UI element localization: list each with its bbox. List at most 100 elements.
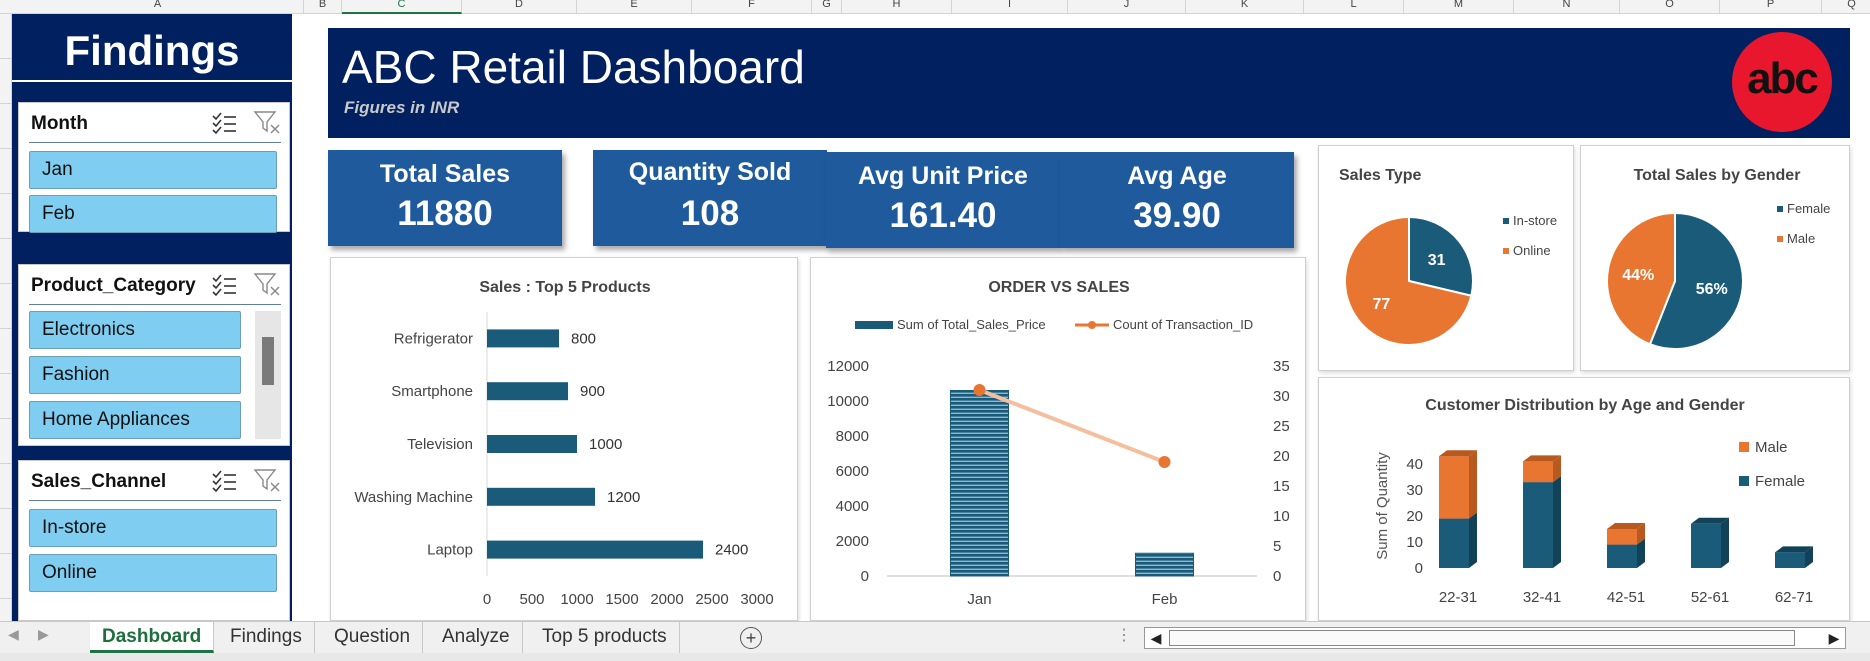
column-header-l[interactable]: L [1304, 0, 1404, 14]
horizontal-scrollbar-thumb[interactable] [1169, 630, 1795, 646]
chart-sales-by-gender[interactable]: Total Sales by Gender 56% 44% Female Male [1580, 145, 1850, 371]
chart-age-gender[interactable]: Customer Distribution by Age and Gender S… [1318, 377, 1850, 621]
legend-swatch [1503, 218, 1509, 224]
column-header-e[interactable]: E [577, 0, 692, 14]
pie-data-label: 44% [1622, 267, 1654, 284]
column-header-k[interactable]: K [1186, 0, 1304, 14]
x-tick-label: 500 [519, 591, 544, 608]
column-header-n[interactable]: N [1514, 0, 1620, 14]
bar-male-22-31-side [1469, 450, 1477, 519]
row-header[interactable] [0, 509, 12, 554]
tab-top5-products[interactable]: Top 5 products [530, 622, 680, 653]
row-header[interactable] [0, 149, 12, 194]
slicer-item-electronics[interactable]: Electronics [29, 311, 241, 349]
chart-order-vs-sales[interactable]: ORDER VS SALES Sum of Total_Sales_Price Co… [810, 257, 1306, 621]
bar-female-22-31-side [1469, 512, 1477, 568]
slicer-month[interactable]: Month Jan Feb [18, 102, 290, 233]
row-header[interactable] [0, 419, 12, 464]
column-header-o[interactable]: O [1620, 0, 1720, 14]
slicer-item-home-appliances[interactable]: Home Appliances [29, 401, 241, 439]
row-header[interactable] [0, 239, 12, 284]
chart-sales-type[interactable]: Sales Type 31 77 In-store Online [1318, 145, 1574, 371]
column-header-g[interactable]: G [812, 0, 842, 14]
scroll-left-icon[interactable]: ◀ [1146, 628, 1166, 648]
kpi-value: 11880 [397, 194, 493, 233]
slicer-item-jan[interactable]: Jan [29, 151, 277, 189]
bar-jan [950, 390, 1009, 577]
row-header[interactable] [0, 104, 12, 149]
kpi-total-sales[interactable]: Total Sales 11880 [328, 150, 562, 246]
y-tick-label: 2000 [836, 533, 869, 550]
multi-select-icon[interactable] [211, 111, 237, 135]
slicer-scrollbar[interactable] [255, 311, 281, 439]
data-label: 2400 [715, 542, 748, 559]
chart-title: Sales : Top 5 Products [479, 279, 650, 296]
bar-female-22-31-front [1439, 518, 1469, 568]
dashboard-subtitle: Figures in INR [344, 98, 460, 117]
column-header-d[interactable]: D [462, 0, 577, 14]
bar-female-52-61-front [1691, 523, 1721, 568]
row-header[interactable] [0, 14, 12, 59]
row-header[interactable] [0, 59, 12, 104]
clear-filter-icon[interactable] [253, 109, 281, 135]
data-label: 800 [571, 330, 596, 347]
column-header-b[interactable]: B [304, 0, 342, 14]
horizontal-scrollbar[interactable]: ◀ ▶ [1144, 627, 1846, 649]
slicer-sales-channel[interactable]: Sales_Channel In-store Online [18, 460, 290, 621]
column-header-i[interactable]: I [952, 0, 1068, 14]
y-tick-label: 0 [1415, 560, 1423, 577]
slicer-item-fashion[interactable]: Fashion [29, 356, 241, 394]
column-header-f[interactable]: F [692, 0, 812, 14]
column-header-a[interactable]: A [12, 0, 304, 14]
findings-panel: Findings Month Jan Feb Product_Category … [12, 14, 292, 621]
multi-select-icon[interactable] [211, 469, 237, 493]
row-header[interactable] [0, 284, 12, 329]
y2-tick-label: 5 [1273, 538, 1281, 555]
bar-female-32-41-side [1553, 476, 1561, 568]
tab-question[interactable]: Question [322, 622, 424, 653]
tab-analyze[interactable]: Analyze [430, 622, 523, 653]
row-header[interactable] [0, 194, 12, 239]
column-header-q[interactable]: Q [1822, 0, 1870, 14]
y2-tick-label: 30 [1273, 388, 1290, 405]
kpi-avg-unit-price[interactable]: Avg Unit Price 161.40 [826, 152, 1060, 248]
add-sheet-icon[interactable]: + [740, 627, 762, 649]
row-header-strip [0, 14, 12, 644]
row-header[interactable] [0, 464, 12, 509]
chart-top5-products[interactable]: Sales : Top 5 Products Refrigerator 800 Sma… [330, 257, 798, 621]
x-tick-label: 52-61 [1691, 589, 1729, 606]
slicer-item-in-store[interactable]: In-store [29, 509, 277, 547]
scroll-right-icon[interactable]: ▶ [1824, 628, 1844, 648]
slicer-title: Product_Category [31, 275, 196, 296]
line-marker-feb [1158, 456, 1171, 468]
x-tick-label: 1500 [605, 591, 638, 608]
row-header[interactable] [0, 554, 12, 599]
column-header-m[interactable]: M [1404, 0, 1514, 14]
multi-select-icon[interactable] [211, 273, 237, 297]
column-header-h[interactable]: H [842, 0, 952, 14]
tab-scroll-right-icon[interactable]: ▶ [38, 626, 49, 643]
tab-splitter-icon[interactable]: ⋮ [1116, 625, 1132, 645]
logo-text: abc [1747, 54, 1819, 103]
kpi-avg-age[interactable]: Avg Age 39.90 [1060, 152, 1294, 248]
x-tick-label: 2000 [650, 591, 683, 608]
kpi-value: 108 [680, 194, 740, 233]
kpi-quantity-sold[interactable]: Quantity Sold 108 [593, 150, 827, 246]
slicer-product-category[interactable]: Product_Category Electronics Fashion Hom… [18, 264, 290, 446]
slicer-scrollbar-thumb[interactable] [262, 337, 274, 385]
bar-laptop [487, 540, 703, 559]
x-tick-label: 3000 [740, 591, 773, 608]
legend-label: Male [1755, 439, 1788, 456]
tab-dashboard[interactable]: Dashboard [90, 622, 215, 653]
clear-filter-icon[interactable] [253, 271, 281, 297]
column-header-p[interactable]: P [1720, 0, 1822, 14]
row-header[interactable] [0, 374, 12, 419]
column-header-c[interactable]: C [342, 0, 462, 14]
tab-scroll-left-icon[interactable]: ◀ [8, 626, 19, 643]
row-header[interactable] [0, 329, 12, 374]
column-header-j[interactable]: J [1068, 0, 1186, 14]
clear-filter-icon[interactable] [253, 467, 281, 493]
slicer-item-feb[interactable]: Feb [29, 195, 277, 233]
tab-findings[interactable]: Findings [218, 622, 315, 653]
slicer-item-online[interactable]: Online [29, 554, 277, 592]
